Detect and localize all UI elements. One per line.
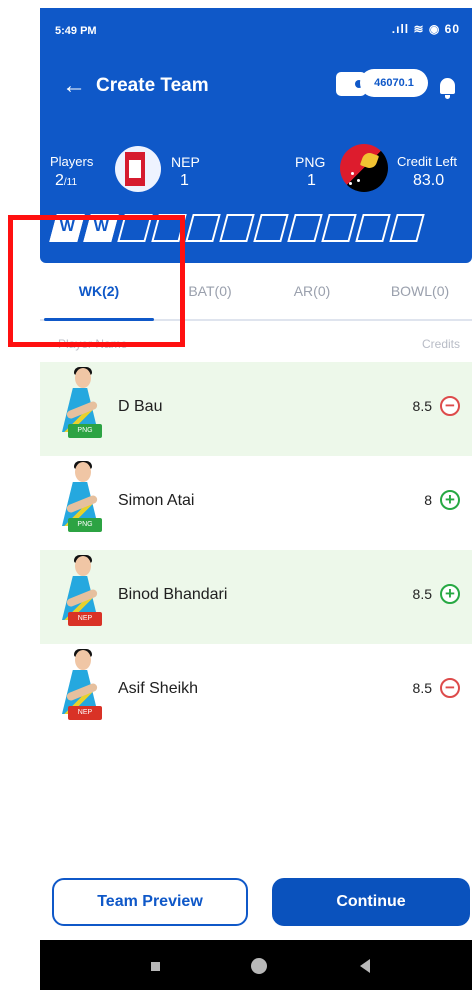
left-team-count: 1 [180,172,189,189]
player-list: PNG D Bau 8.5− PNG Simon Atai 8 + NEP Binod Bhan… [40,362,472,738]
flag-star-dot [349,182,352,185]
team-slot [287,214,323,242]
remove-player-icon[interactable]: − [440,396,460,416]
team-badge: PNG [68,424,102,438]
player-avatar: PNG [58,461,104,534]
player-row[interactable]: PNG Simon Atai 8 + [40,456,472,550]
slot-mark [228,218,246,236]
status-icons: .ıll ≋ ◉ 60 [391,22,460,36]
slot-mark [398,218,416,236]
player-avatar: NEP [58,555,104,628]
team-slot [185,214,221,242]
player-name: D Bau [118,398,163,415]
bell-icon[interactable] [440,78,455,99]
slot-mark [262,218,280,236]
tab-bowl[interactable]: BOWL(0) [372,283,468,307]
flag-star-dot [351,172,354,175]
recent-apps-icon[interactable] [151,962,160,971]
create-team-screen: 5:49 PM .ıll ≋ ◉ 60 ← Create Team 46070.… [40,8,472,990]
right-team-count: 1 [307,172,316,189]
annotation-highlight-box [8,215,185,347]
player-avatar: PNG [58,367,104,440]
team-badge: NEP [68,706,102,720]
team-slot [389,214,425,242]
player-head-shape [75,556,91,576]
bottom-action-bar: Team Preview Continue [40,870,472,940]
system-back-icon[interactable] [360,959,370,973]
team-slot [219,214,255,242]
player-head-shape [75,462,91,482]
player-row[interactable]: NEP Asif Sheikh 8.5− [40,644,472,738]
team-slot [253,214,289,242]
left-team-name: NEP [171,154,200,170]
continue-button[interactable]: Continue [272,878,470,926]
player-name: Binod Bhandari [118,586,228,603]
nepal-flag-icon [115,146,161,192]
page-title: Create Team [96,75,209,96]
team-slot [321,214,357,242]
bird-of-paradise-shape [359,150,380,171]
player-name: Simon Atai [118,492,195,509]
players-count: 2/11 [55,172,77,190]
player-row[interactable]: NEP Binod Bhandari 8.5 + [40,550,472,644]
player-head-shape [75,368,91,388]
add-player-icon[interactable]: + [440,584,460,604]
player-head-shape [75,650,91,670]
status-time: 5:49 PM [55,25,97,37]
remove-player-icon[interactable]: − [440,678,460,698]
wallet-button[interactable]: 46070.1 [336,69,428,103]
team-preview-button[interactable]: Team Preview [52,878,248,926]
system-navigation-bar [40,940,472,990]
player-row[interactable]: PNG D Bau 8.5− [40,362,472,456]
credit-left-label: Credit Left [397,154,457,169]
slot-mark [364,218,382,236]
slot-mark [194,218,212,236]
players-label: Players [50,154,94,169]
players-total: /11 [63,177,78,188]
back-arrow-icon[interactable]: ← [62,74,86,98]
tab-ar[interactable]: AR(0) [270,283,354,307]
credit-left-value: 83.0 [413,172,445,189]
team-slot [355,214,391,242]
team-badge: PNG [68,518,102,532]
flag-star-dot [357,179,360,182]
home-icon[interactable] [251,958,267,974]
player-credit: 8.5 [412,398,432,414]
slot-mark [296,218,314,236]
slot-mark [330,218,348,236]
player-credit: 8 [424,492,432,508]
player-name: Asif Sheikh [118,680,199,697]
papua-new-guinea-flag-icon [340,144,388,192]
right-margin [472,0,476,990]
players-selected-count: 2 [55,172,64,189]
right-team-name: PNG [295,154,326,170]
left-margin [0,0,40,990]
player-credit: 8.5 [412,586,432,602]
nepal-flag-white-shape [129,160,141,178]
team-badge: NEP [68,612,102,626]
status-bar: 5:49 PM .ıll ≋ ◉ 60 [40,8,472,50]
credits-column: Credits [421,337,460,351]
add-player-icon[interactable]: + [440,490,460,510]
player-credit: 8.5 [412,680,432,696]
player-avatar: NEP [58,649,104,722]
wallet-amount: 46070.1 [360,69,428,97]
